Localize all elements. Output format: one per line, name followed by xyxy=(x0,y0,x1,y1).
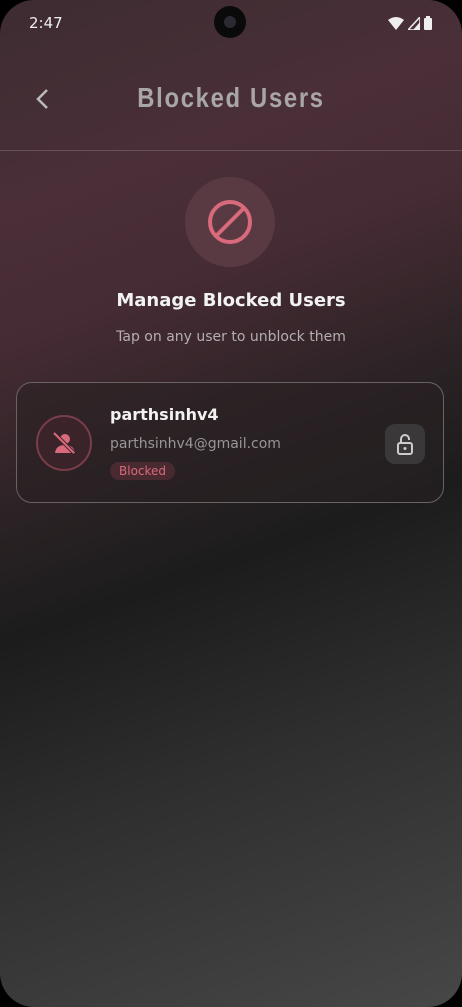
screen: 2:47 Blocked Users Manage Blocked Users … xyxy=(0,0,462,1007)
page-title: Blocked Users xyxy=(137,82,325,113)
blocked-user-card[interactable]: parthsinhv4 parthsinhv4@gmail.com Blocke… xyxy=(16,382,444,503)
block-icon xyxy=(208,200,252,244)
signal-icon xyxy=(408,16,420,30)
status-time: 2:47 xyxy=(29,14,63,32)
section-heading: Manage Blocked Users xyxy=(116,290,346,311)
app-header: Blocked Users xyxy=(0,70,462,134)
battery-icon xyxy=(424,16,432,30)
header-divider xyxy=(0,150,462,151)
user-name: parthsinhv4 xyxy=(110,405,219,424)
section-subtitle: Tap on any user to unblock them xyxy=(116,329,346,345)
user-email: parthsinhv4@gmail.com xyxy=(110,436,281,452)
avatar xyxy=(36,415,92,471)
wifi-icon xyxy=(388,16,404,30)
status-badge: Blocked xyxy=(110,462,176,480)
unblock-button[interactable] xyxy=(385,424,425,464)
person-off-icon xyxy=(52,431,76,455)
block-icon-circle xyxy=(185,177,275,267)
status-bar: 2:47 xyxy=(29,12,432,34)
unlock-icon xyxy=(397,434,413,455)
